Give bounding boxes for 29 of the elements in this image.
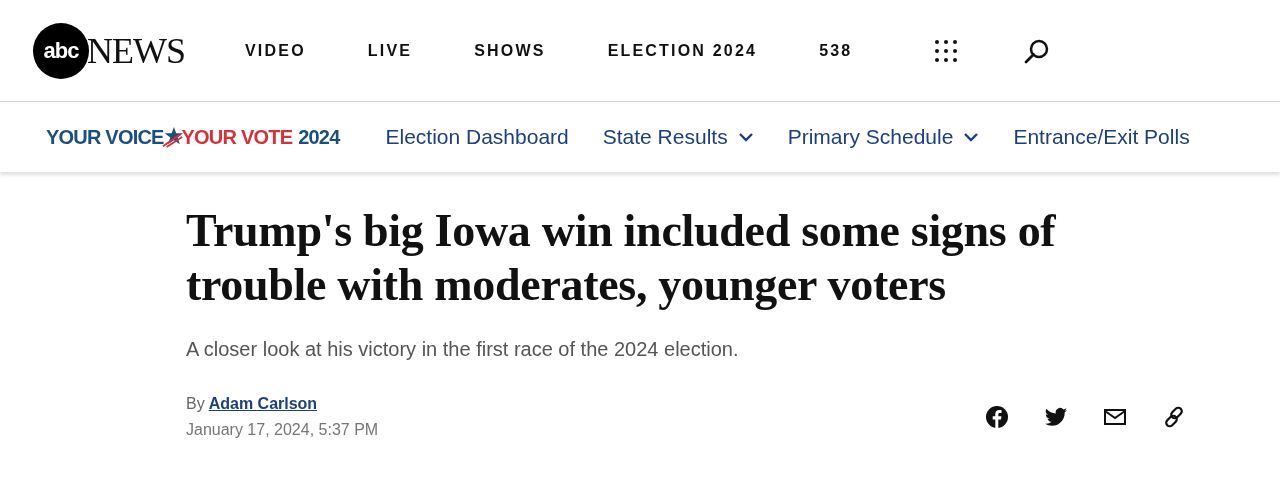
election-nav-link[interactable]: Entrance/Exit Polls (1013, 125, 1190, 149)
campaign-logo-text[interactable]: YOUR VOTE (181, 125, 293, 149)
headline: Trump's big Iowa win included some signs of trouble with moderates, younger voters (186, 204, 1057, 312)
share-button[interactable] (985, 405, 1009, 429)
election-nav-link[interactable]: Election Dashboard (385, 125, 569, 149)
bird-icon (1044, 405, 1068, 429)
grid-menu-icon[interactable] (934, 38, 959, 63)
subheadline: A closer look at his victory in the first race of the 2024 election. (186, 338, 740, 361)
nav-link[interactable]: SHOWS (474, 41, 546, 60)
search-icon[interactable] (1024, 37, 1051, 64)
publish-date: January 17, 2024, 5:37 PM (186, 421, 379, 439)
nav-link[interactable]: ELECTION 2024 (607, 41, 758, 60)
byline-label: By (186, 395, 205, 412)
logo-wordmark[interactable]: NEWS (87, 29, 185, 72)
logo-badge[interactable]: abc (33, 22, 89, 79)
nav-link[interactable]: 538 (819, 41, 853, 60)
nav-link[interactable]: VIDEO (245, 41, 306, 60)
nav-link[interactable]: LIVE (367, 41, 413, 60)
campaign-logo-text[interactable]: YOUR VOICE (46, 125, 164, 149)
link-icon (1162, 405, 1186, 429)
chevron-down-icon (963, 132, 980, 142)
facebook-icon (985, 405, 1009, 429)
chevron-down-icon (737, 132, 754, 142)
election-nav-link[interactable]: State Results (602, 125, 754, 149)
election-nav-link[interactable]: Primary Schedule (787, 125, 980, 149)
campaign-logo-year[interactable]: 2024 (298, 125, 340, 149)
share-button[interactable] (1162, 405, 1186, 429)
author-link[interactable]: Adam Carlson (208, 395, 318, 412)
share-button[interactable] (1044, 405, 1068, 429)
